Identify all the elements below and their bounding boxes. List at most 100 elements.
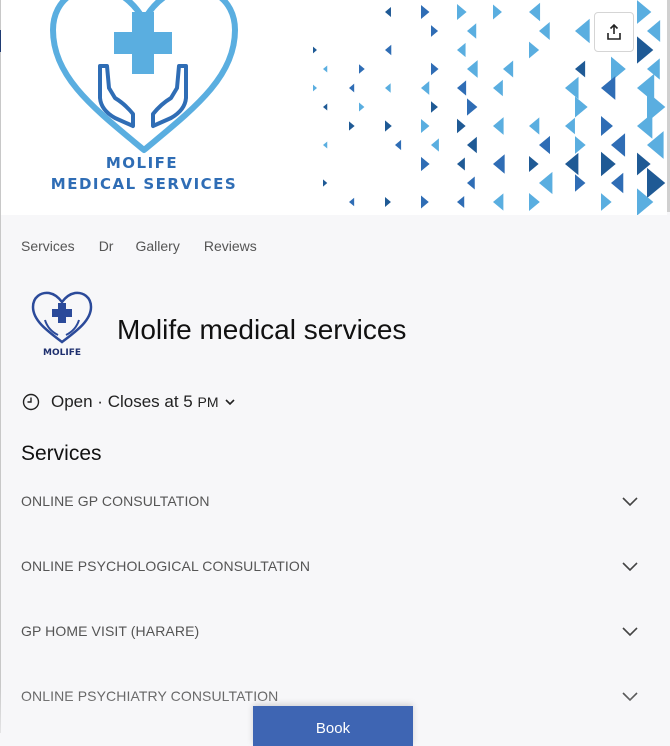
service-item[interactable]: ONLINE PSYCHOLOGICAL CONSULTATION xyxy=(21,551,641,581)
triangle-shape xyxy=(313,84,318,92)
triangle-shape xyxy=(575,136,586,154)
triangle-shape xyxy=(421,4,430,20)
triangle-shape xyxy=(323,141,328,149)
services-heading: Services xyxy=(21,442,102,465)
opening-hours[interactable]: Open · Closes at 5 PM xyxy=(22,392,236,412)
triangle-shape xyxy=(359,102,365,112)
service-item[interactable]: GP HOME VISIT (HARARE) xyxy=(21,616,641,646)
business-logo-text: MOLIFE xyxy=(43,348,81,358)
triangle-shape xyxy=(395,139,402,151)
triangle-shape xyxy=(565,117,575,135)
triangle-shape xyxy=(467,60,478,78)
triangle-shape xyxy=(349,121,355,131)
triangle-shape xyxy=(421,118,430,134)
triangle-shape xyxy=(431,138,439,152)
triangle-shape xyxy=(359,64,365,74)
triangle-shape xyxy=(637,113,653,139)
triangle-shape xyxy=(493,4,502,20)
tab-gallery[interactable]: Gallery xyxy=(135,236,179,256)
brand-name-line1: MOLIFE xyxy=(106,154,178,172)
chevron-down-icon xyxy=(225,399,236,406)
triangle-shape xyxy=(313,46,317,54)
triangle-shape xyxy=(529,2,541,22)
triangle-shape xyxy=(323,179,328,187)
triangle-shape xyxy=(539,22,550,40)
triangle-shape xyxy=(385,44,392,56)
triangle-shape xyxy=(575,60,586,78)
book-button[interactable]: Book xyxy=(253,706,413,746)
triangle-shape xyxy=(647,167,666,199)
triangle-shape xyxy=(467,23,477,39)
clock-icon xyxy=(22,393,40,411)
triangle-shape xyxy=(467,176,475,190)
triangle-shape xyxy=(575,96,588,118)
triangle-shape xyxy=(601,116,613,136)
triangle-shape xyxy=(565,76,579,100)
triangle-shape xyxy=(349,83,355,93)
triangle-shape xyxy=(493,154,505,174)
triangle-shape xyxy=(385,83,391,93)
triangle-shape xyxy=(323,103,328,111)
triangle-shape xyxy=(601,193,612,211)
brand-heart-logo xyxy=(50,0,238,153)
triangle-shape xyxy=(493,193,504,211)
triangle-shape xyxy=(431,62,439,76)
triangle-shape xyxy=(457,118,466,134)
banner-artwork: MOLIFE MEDICAL SERVICES xyxy=(50,0,666,215)
triangle-shape xyxy=(529,192,540,212)
triangle-shape xyxy=(611,133,626,157)
business-title: Molife medical services xyxy=(117,314,407,345)
hours-status: Open · Closes at 5 xyxy=(51,392,193,411)
chevron-down-icon xyxy=(622,562,638,572)
chevron-down-icon xyxy=(622,627,638,637)
triangle-shape xyxy=(349,197,355,207)
triangle-shape xyxy=(431,101,438,113)
triangle-shape xyxy=(385,120,392,132)
triangle-shape xyxy=(457,80,467,96)
triangle-shape xyxy=(601,151,616,177)
service-item-label: GP HOME VISIT (HARARE) xyxy=(21,623,200,639)
triangle-shape xyxy=(529,41,540,59)
triangle-shape xyxy=(421,156,430,172)
share-button[interactable] xyxy=(594,12,634,52)
triangle-shape xyxy=(539,171,553,195)
triangle-shape xyxy=(385,197,391,207)
triangle-shape xyxy=(493,117,504,135)
triangle-shape xyxy=(503,60,514,78)
triangle-shape xyxy=(457,157,465,171)
chevron-down-icon xyxy=(622,692,638,702)
triangle-shape xyxy=(647,20,661,42)
triangle-shape xyxy=(539,135,551,155)
triangle-shape xyxy=(575,174,586,192)
triangle-shape xyxy=(457,4,467,20)
triangle-shape xyxy=(637,36,654,64)
share-upload-icon xyxy=(607,23,621,40)
triangle-shape xyxy=(637,0,652,24)
triangle-shape xyxy=(431,25,439,37)
triangle-shape xyxy=(611,172,624,194)
triangle-shape xyxy=(385,7,391,17)
tab-reviews[interactable]: Reviews xyxy=(204,236,257,256)
triangle-shape xyxy=(421,81,430,95)
triangle-shape xyxy=(323,65,328,73)
service-item[interactable]: ONLINE GP CONSULTATION xyxy=(21,486,641,516)
triangle-shape xyxy=(611,56,626,82)
triangle-shape xyxy=(529,117,540,135)
triangle-shape xyxy=(457,195,465,209)
triangle-shape xyxy=(565,152,579,176)
business-logo: MOLIFE xyxy=(28,290,96,360)
triangle-shape xyxy=(601,76,616,100)
hours-suffix: PM xyxy=(197,394,219,410)
chevron-down-icon xyxy=(622,497,638,507)
triangle-shape xyxy=(493,79,503,97)
triangle-shape xyxy=(467,98,478,116)
section-tabs: Services Dr Gallery Reviews xyxy=(21,236,281,256)
triangle-shape xyxy=(529,155,539,173)
service-item-label: ONLINE PSYCHIATRY CONSULTATION xyxy=(21,688,279,704)
service-item-label: ONLINE GP CONSULTATION xyxy=(21,493,210,509)
tab-services[interactable]: Services xyxy=(21,236,75,256)
triangle-shape xyxy=(457,42,466,58)
service-item-label: ONLINE PSYCHOLOGICAL CONSULTATION xyxy=(21,558,311,574)
tab-dr[interactable]: Dr xyxy=(99,236,114,256)
cover-banner: MOLIFE MEDICAL SERVICES xyxy=(1,0,667,215)
